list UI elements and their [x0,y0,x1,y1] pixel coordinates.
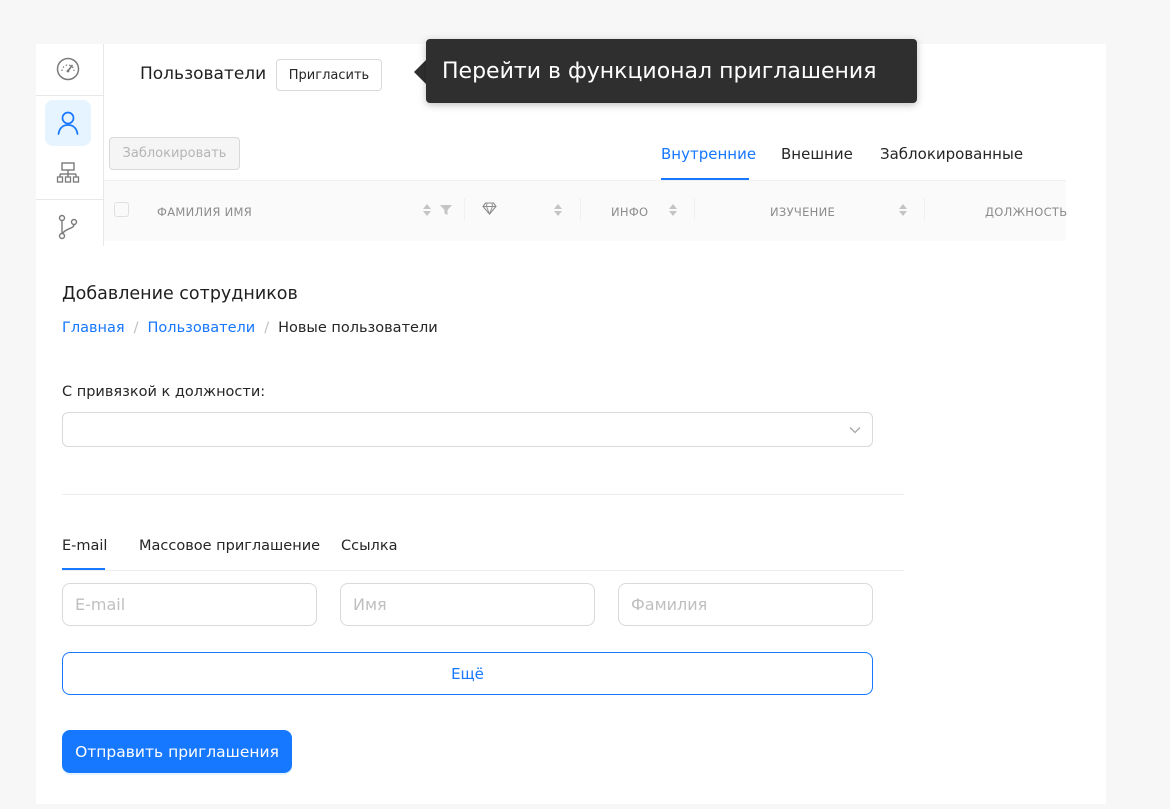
tooltip-arrow [414,60,426,84]
diamond-icon [482,202,497,215]
filter-icon[interactable] [440,205,452,215]
form-title: Добавление сотрудников [62,284,298,304]
more-button[interactable]: Ещё [62,652,873,695]
tab-blocked[interactable]: Заблокированные [880,145,1023,163]
form-tab-active-indicator [62,568,105,570]
tab-link[interactable]: Ссылка [341,538,397,554]
page-title: Пользователи [140,64,267,84]
position-label: С привязкой к должности: [62,384,266,400]
column-separator [464,198,465,220]
breadcrumb: Главная / Пользователи / Новые пользоват… [62,320,438,336]
tab-internal[interactable]: Внутренние [661,145,756,163]
sidebar-item-branches[interactable] [45,204,91,250]
tab-external[interactable]: Внешние [781,145,853,163]
breadcrumb-users[interactable]: Пользователи [148,320,256,336]
sidebar-item-dashboard[interactable] [45,46,91,92]
sidebar-item-structure[interactable] [45,150,91,196]
first-name-field[interactable] [340,583,595,626]
column-separator [580,198,581,220]
column-header-info[interactable]: ИНФО [611,205,648,219]
column-separator [924,198,925,220]
tab-bulk-invite[interactable]: Массовое приглашение [139,538,320,554]
form-tabs-divider [62,570,904,571]
sort-icon[interactable] [898,203,908,217]
send-invitations-button[interactable]: Отправить приглашения [62,730,292,773]
invite-tooltip: Перейти в функционал приглашения [426,39,917,103]
branch-icon [56,214,80,240]
org-structure-icon [56,161,80,185]
dashboard-icon [55,56,81,82]
tab-email[interactable]: E-mail [62,538,107,554]
sidebar-divider [36,199,103,200]
invite-button[interactable]: Пригласить [276,59,382,91]
breadcrumb-separator: / [264,320,270,336]
sidebar-divider [36,95,103,96]
column-header-position[interactable]: ДОЛЖНОСТЬ [985,205,1067,219]
sort-icon[interactable] [553,203,563,217]
sort-icon[interactable] [422,203,432,217]
last-name-field[interactable] [618,583,873,626]
sidebar [36,44,104,246]
sort-icon[interactable] [668,203,678,217]
sidebar-item-users[interactable] [45,100,91,146]
user-icon [56,110,80,136]
column-header-learning[interactable]: ИЗУЧЕНИЕ [770,205,835,219]
block-button[interactable]: Заблокировать [109,137,240,170]
column-separator [694,198,695,220]
breadcrumb-current: Новые пользователи [278,320,438,336]
tab-active-indicator [661,178,749,180]
breadcrumb-separator: / [133,320,139,336]
column-header-name[interactable]: ФАМИЛИЯ ИМЯ [157,205,252,219]
breadcrumb-home[interactable]: Главная [62,320,125,336]
email-field[interactable] [62,583,317,626]
select-all-checkbox[interactable] [114,202,129,217]
section-divider [62,494,904,495]
position-select[interactable] [62,412,873,447]
chevron-down-icon [848,423,862,437]
